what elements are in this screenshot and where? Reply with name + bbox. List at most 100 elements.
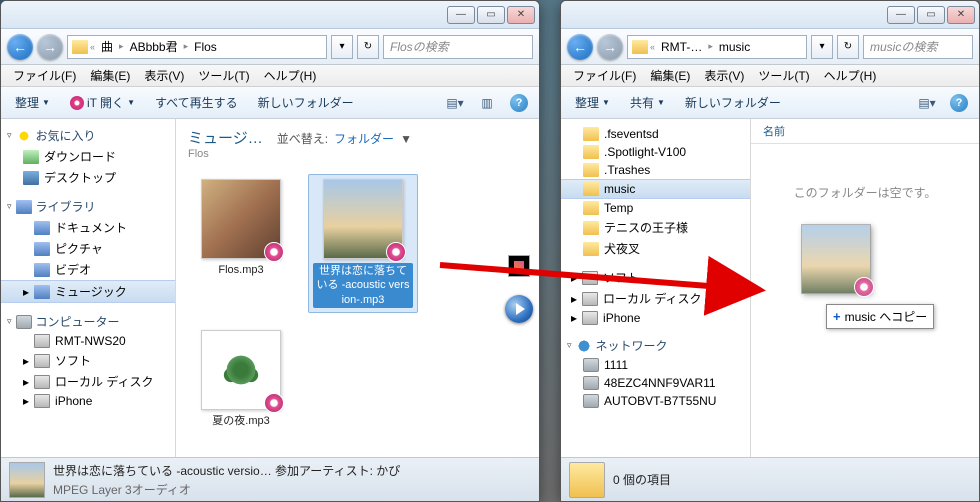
file-item[interactable]: 世界は恋に落ちている -acoustic version-.mp3 — [308, 174, 418, 313]
sidebar-item-network[interactable]: 1111 — [561, 356, 750, 374]
menu-tools[interactable]: ツール(T) — [192, 65, 255, 86]
breadcrumb[interactable]: 曲 — [97, 38, 117, 55]
sidebar-item-videos[interactable]: ▸ビデオ — [1, 259, 175, 280]
explorer-window-right: — ▭ ✕ ← → « RMT-… ▸ music ▾ ↻ musicの検索 フ… — [560, 0, 980, 502]
file-item[interactable]: 夏の夜.mp3 — [186, 325, 296, 433]
sidebar-item-drive[interactable]: ▸ローカル ディスク — [561, 288, 750, 309]
sort-control[interactable]: 並べ替え: フォルダー ▼ — [277, 130, 412, 147]
organize-button[interactable]: 整理▼ — [9, 91, 56, 114]
menu-edit[interactable]: 編集(E) — [84, 65, 136, 86]
address-bar[interactable]: « RMT-… ▸ music — [627, 35, 807, 59]
address-bar[interactable]: « 曲 ▸ ABbbb君 ▸ Flos — [67, 35, 327, 59]
menu-file[interactable]: ファイル(F) — [7, 65, 82, 86]
wmp-play-icon[interactable] — [505, 295, 533, 323]
menu-file[interactable]: ファイル(F) — [567, 65, 642, 86]
search-input[interactable]: Flosの検索 — [383, 35, 533, 59]
breadcrumb[interactable]: RMT-… — [657, 40, 706, 54]
sidebar-item-drive[interactable]: ▸ソフト — [1, 350, 175, 371]
sidebar: ▿お気に入り ダウンロード デスクトップ ▿ライブラリ ▸ドキュメント ▸ピクチ… — [1, 119, 176, 457]
share-button[interactable]: 共有▼ — [624, 91, 671, 114]
menu-view[interactable]: 表示(V) — [698, 65, 750, 86]
forward-button[interactable]: → — [37, 34, 63, 60]
new-folder-button[interactable]: 新しいフォルダー — [252, 91, 360, 114]
pictures-icon — [34, 242, 50, 256]
minimize-button[interactable]: — — [887, 6, 915, 24]
itunes-badge-icon — [386, 242, 406, 262]
content-pane: ミュージ… Flos 並べ替え: フォルダー ▼ Flos.mp3 世界は恋に落… — [176, 119, 539, 457]
refresh-button[interactable]: ↻ — [837, 35, 859, 59]
refresh-button[interactable]: ↻ — [357, 35, 379, 59]
sidebar-item-folder[interactable]: 犬夜叉 — [561, 238, 750, 259]
file-label: Flos.mp3 — [218, 263, 263, 277]
breadcrumb[interactable]: Flos — [190, 40, 221, 54]
close-button[interactable]: ✕ — [507, 6, 535, 24]
file-item[interactable]: Flos.mp3 — [186, 174, 296, 313]
toolbar: 整理▼ 共有▼ 新しいフォルダー ▤▾ ? — [561, 87, 979, 119]
maximize-button[interactable]: ▭ — [477, 6, 505, 24]
organize-button[interactable]: 整理▼ — [569, 91, 616, 114]
sidebar-item-downloads[interactable]: ダウンロード — [1, 146, 175, 167]
forward-button[interactable]: → — [597, 34, 623, 60]
menu-edit[interactable]: 編集(E) — [644, 65, 696, 86]
sidebar-item-folder[interactable]: テニスの王子様 — [561, 217, 750, 238]
sidebar-item-folder[interactable]: music — [561, 179, 750, 199]
sidebar-item-iphone[interactable]: ▸iPhone — [1, 392, 175, 410]
navbar: ← → « RMT-… ▸ music ▾ ↻ musicの検索 — [561, 29, 979, 65]
history-dropdown[interactable]: ▾ — [811, 35, 833, 59]
media-file-icon[interactable] — [508, 255, 530, 277]
sidebar-item-network[interactable]: 48EZC4NNF9VAR11 — [561, 374, 750, 392]
new-folder-button[interactable]: 新しいフォルダー — [679, 91, 787, 114]
breadcrumb[interactable]: ABbbb君 — [126, 38, 182, 55]
menubar: ファイル(F) 編集(E) 表示(V) ツール(T) ヘルプ(H) — [1, 65, 539, 87]
breadcrumb[interactable]: music — [715, 40, 754, 54]
sidebar-item-documents[interactable]: ▸ドキュメント — [1, 217, 175, 238]
view-options-button[interactable]: ▤▾ — [443, 91, 467, 115]
sidebar-item-drive[interactable]: ▸RMT-NWS20 — [1, 332, 175, 350]
sidebar-item-iphone[interactable]: ▸iPhone — [561, 309, 750, 327]
sidebar-item-folder[interactable]: .fseventsd — [561, 125, 750, 143]
minimize-button[interactable]: — — [447, 6, 475, 24]
file-label: 夏の夜.mp3 — [212, 414, 269, 428]
search-input[interactable]: musicの検索 — [863, 35, 973, 59]
menu-help[interactable]: ヘルプ(H) — [258, 65, 323, 86]
maximize-button[interactable]: ▭ — [917, 6, 945, 24]
sidebar-item-network[interactable]: AUTOBVT-B7T55NU — [561, 392, 750, 410]
help-button[interactable]: ? — [507, 91, 531, 115]
history-dropdown[interactable]: ▾ — [331, 35, 353, 59]
close-button[interactable]: ✕ — [947, 6, 975, 24]
back-button[interactable]: ← — [567, 34, 593, 60]
sidebar-item-music[interactable]: ▸ミュージック — [1, 280, 175, 303]
file-label: 世界は恋に落ちている -acoustic version-.mp3 — [313, 263, 413, 308]
sidebar-favorites-header[interactable]: ▿お気に入り — [1, 125, 175, 146]
sidebar-item-drive[interactable]: ▸ローカル ディスク — [1, 371, 175, 392]
sidebar-libraries-header[interactable]: ▿ライブラリ — [1, 196, 175, 217]
column-header-name[interactable]: 名前 — [751, 119, 979, 144]
sidebar-item-desktop[interactable]: デスクトップ — [1, 167, 175, 188]
sidebar-item-folder[interactable]: Temp — [561, 199, 750, 217]
open-with-button[interactable]: iT 開く▼ — [64, 91, 141, 114]
help-button[interactable]: ? — [947, 91, 971, 115]
menu-help[interactable]: ヘルプ(H) — [818, 65, 883, 86]
back-button[interactable]: ← — [7, 34, 33, 60]
play-all-button[interactable]: すべて再生する — [149, 91, 244, 114]
file-grid[interactable]: このフォルダーは空です。 + music へコピー — [751, 144, 979, 457]
sidebar-computer-header[interactable]: ▿コンピューター — [1, 311, 175, 332]
desktop-icon — [23, 171, 39, 185]
status-bar: 0 個の項目 — [561, 457, 979, 501]
sidebar-item-folder[interactable]: .Spotlight-V100 — [561, 143, 750, 161]
download-icon — [23, 150, 39, 164]
sidebar-item-drive[interactable]: ▸ソフト — [561, 267, 750, 288]
menu-tools[interactable]: ツール(T) — [752, 65, 815, 86]
sidebar-network-header[interactable]: ▿ネットワーク — [561, 335, 750, 356]
folder-icon — [583, 242, 599, 256]
sidebar-item-pictures[interactable]: ▸ピクチャ — [1, 238, 175, 259]
preview-pane-button[interactable]: ▥ — [475, 91, 499, 115]
folder-icon — [72, 40, 88, 54]
menu-view[interactable]: 表示(V) — [138, 65, 190, 86]
view-options-button[interactable]: ▤▾ — [915, 91, 939, 115]
sidebar-item-folder[interactable]: .Trashes — [561, 161, 750, 179]
folder-icon — [583, 221, 599, 235]
file-grid[interactable]: Flos.mp3 世界は恋に落ちている -acoustic version-.m… — [176, 164, 539, 457]
desktop-icons — [505, 255, 533, 323]
library-subtitle: Flos — [188, 148, 263, 160]
